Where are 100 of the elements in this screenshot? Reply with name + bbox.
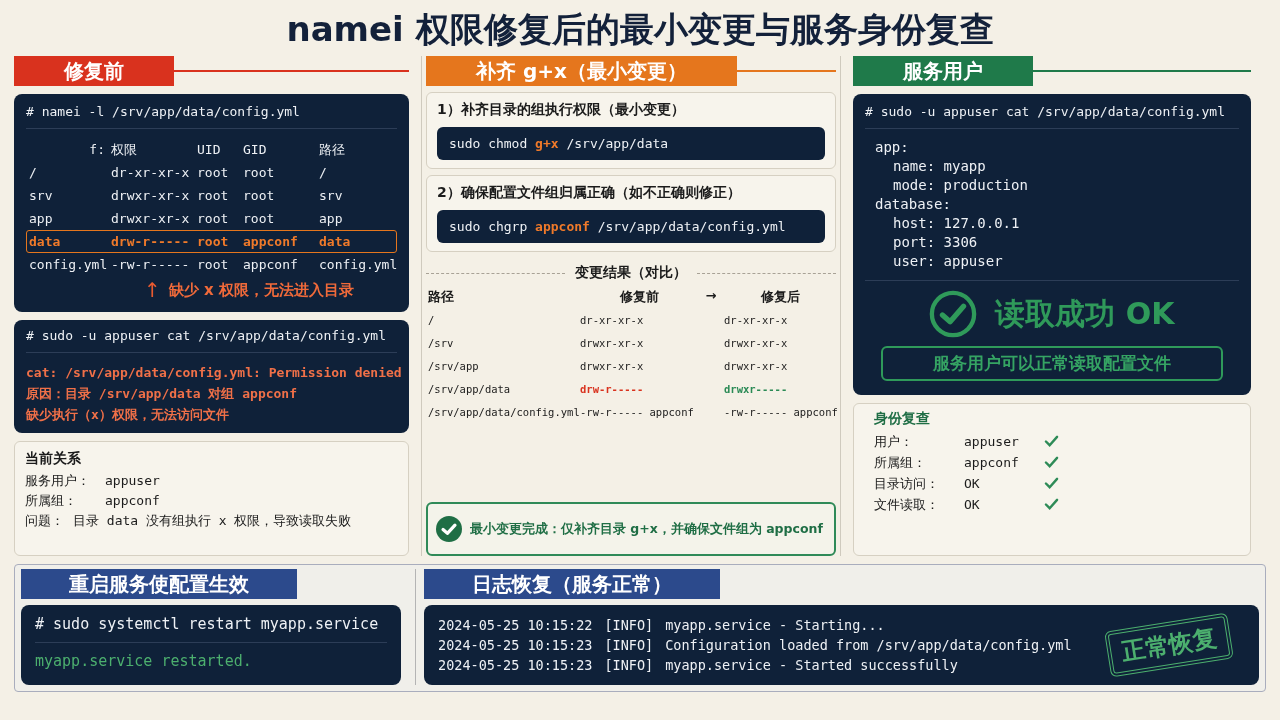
log-level: [INFO]	[604, 657, 654, 673]
table-cell-text: drwxr-xr-x	[580, 336, 645, 351]
success-title: 读取成功 OK	[995, 294, 1175, 333]
log-message: Configuration loaded from /srv/app/data/config.yml	[665, 637, 1072, 653]
field-label: 所属组：	[25, 492, 78, 510]
config-line: name: myapp	[893, 157, 987, 176]
config-line: app:	[875, 138, 910, 157]
section-header: 服务用户	[853, 56, 1033, 86]
column-header: 权限	[111, 140, 138, 159]
command-text: sudo chmod	[449, 136, 529, 151]
config-line: mode: production	[893, 176, 1029, 195]
command-text: # sudo -u appuser cat /srv/app/data/config.yml	[865, 104, 1227, 119]
column-header: 路径	[428, 288, 455, 306]
table-cell-text: /srv	[428, 336, 455, 351]
success-note: 服务用户可以正常读取配置文件	[881, 346, 1223, 381]
command-text: # sudo systemctl restart myapp.service	[35, 615, 380, 633]
error-line: 原因：目录 /srv/app/data 对组 appconf	[26, 385, 298, 403]
field-value: 目录 data 没有组执行 x 权限，导致读取失败	[73, 512, 352, 530]
comparison-title: 变更结果（对比）	[575, 264, 687, 282]
table-cell-text: drwxr-xr-x	[724, 359, 789, 374]
table-cell-text: root	[243, 165, 276, 180]
table-cell-text: /srv/app/data	[428, 382, 512, 397]
column-header: →	[704, 288, 718, 305]
card-title: 当前关系	[25, 450, 82, 468]
column-header: GID	[243, 142, 268, 157]
command-text: g+x	[535, 136, 559, 151]
field-value: appuser	[105, 472, 160, 490]
table-cell-text: /srv/app/data/config.yml	[428, 405, 578, 420]
command-text: # namei -l /srv/app/data/config.yml	[26, 104, 301, 119]
column-header: f:	[88, 142, 106, 157]
check-circle-icon	[929, 290, 978, 338]
table-cell-text: srv	[319, 188, 344, 203]
field-label: 问题：	[25, 512, 65, 530]
field-label: 用户：	[874, 433, 914, 451]
command-text: sudo chgrp	[449, 219, 529, 234]
table-cell-text: config.yml	[29, 257, 109, 272]
table-cell-text: drwxr-----	[724, 382, 789, 397]
table-cell-text: /srv/app	[428, 359, 480, 374]
step-title: 2）确保配置文件组归属正确（如不正确则修正）	[437, 184, 742, 202]
step-title: 1）补齐目录的组执行权限（最小变更）	[437, 101, 686, 119]
card-title: 身份复查	[874, 410, 931, 428]
table-cell-text: drwxr-xr-x	[580, 359, 645, 374]
section-header: 修复前	[14, 56, 174, 86]
log-level: [INFO]	[604, 637, 654, 653]
field-value: OK	[964, 475, 981, 493]
command-text: appconf	[535, 219, 590, 234]
config-line: port: 3306	[893, 233, 979, 252]
field-value: appconf	[964, 454, 1020, 472]
table-cell-text: -rw-r-----	[111, 257, 191, 272]
table-cell-text: root	[197, 188, 230, 203]
column-header: 路径	[319, 140, 346, 159]
table-cell-text: root	[197, 211, 230, 226]
output-line: myapp.service restarted.	[35, 652, 253, 670]
table-cell-text: data	[29, 234, 62, 249]
table-cell-text: dr-xr-xr-x	[111, 165, 191, 180]
table-cell-text: app	[29, 211, 54, 226]
page-title: namei 权限修复后的最小变更与服务身份复查	[285, 8, 995, 51]
table-cell-text: drwxr-xr-x	[111, 188, 191, 203]
warning-note: 缺少 x 权限，无法进入目录	[168, 280, 354, 300]
table-cell-text: root	[197, 165, 230, 180]
table-cell-text: /	[319, 165, 328, 180]
field-label: 所属组：	[874, 454, 927, 472]
table-cell-text: root	[197, 257, 230, 272]
success-message: 最小变更完成：仅补齐目录 g+x，并确保文件组为 appconf	[470, 520, 823, 538]
table-cell-text: drwxr-xr-x	[111, 211, 191, 226]
table-cell-text: app	[319, 211, 344, 226]
log-time: 2024-05-25 10:15:23	[438, 637, 593, 653]
table-cell-text: root	[243, 211, 276, 226]
log-time: 2024-05-25 10:15:23	[438, 657, 593, 673]
log-message: myapp.service - Started successfully	[665, 657, 959, 673]
table-cell-text: srv	[29, 188, 54, 203]
config-line: user: appuser	[893, 252, 1004, 271]
config-line: host: 127.0.0.1	[893, 214, 1021, 233]
table-cell-text: -rw-r----- appconf	[724, 405, 838, 420]
config-line: database:	[875, 195, 952, 214]
command-text: # sudo -u appuser cat /srv/app/data/config.yml	[26, 328, 388, 343]
table-cell-text: -rw-r----- appconf	[580, 405, 695, 420]
table-cell-text: /	[428, 313, 436, 328]
table-cell-text: appconf	[243, 234, 299, 249]
table-cell-text: drw-r-----	[580, 382, 645, 397]
table-cell-text: root	[243, 188, 276, 203]
table-cell-text: appconf	[243, 257, 299, 272]
section-header: 日志恢复（服务正常）	[424, 569, 720, 599]
column-header: UID	[197, 142, 222, 157]
table-cell-text: dr-xr-xr-x	[724, 313, 789, 328]
field-value: appconf	[105, 492, 160, 510]
error-line: 缺少执行（x）权限，无法访问文件	[26, 406, 230, 424]
table-cell-text: root	[197, 234, 230, 249]
field-value: appuser	[964, 433, 1020, 451]
command-text: /srv/app/data	[565, 136, 669, 151]
field-label: 服务用户：	[25, 472, 91, 490]
field-value: OK	[964, 496, 981, 514]
section-header: 补齐 g+x（最小变更）	[426, 56, 737, 86]
arrow-icon: ↑	[144, 278, 161, 302]
log-time: 2024-05-25 10:15:22	[438, 617, 593, 633]
check-circle-icon	[436, 516, 462, 542]
log-message: myapp.service - Starting...	[665, 617, 886, 633]
field-label: 文件读取：	[874, 496, 940, 514]
log-level: [INFO]	[604, 617, 654, 633]
table-cell-text: /	[29, 165, 38, 180]
